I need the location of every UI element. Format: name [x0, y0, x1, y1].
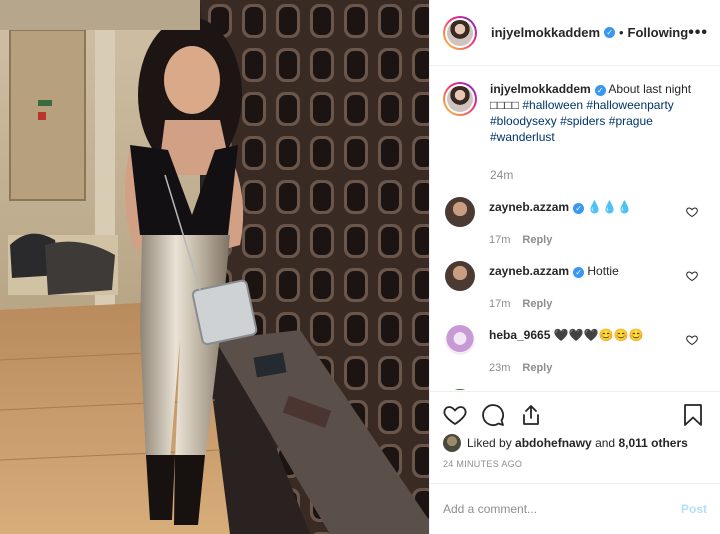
like-comment-heart-icon[interactable] — [686, 334, 698, 346]
post-timestamp[interactable]: 24 MINUTES AGO — [443, 459, 704, 469]
comments-list[interactable]: injyelmokkaddem ✓ About last night □□□□ #… — [430, 67, 720, 390]
reply-button[interactable]: Reply — [522, 234, 552, 246]
commenter-avatar[interactable] — [445, 389, 475, 390]
comment-text: Hottie — [587, 264, 619, 278]
hashtag-link[interactable]: #spiders — [560, 114, 605, 128]
share-icon[interactable] — [519, 403, 543, 427]
reply-button[interactable]: Reply — [522, 298, 552, 310]
likes-prefix: Liked by — [467, 436, 512, 450]
comment-item: heba_9665 🖤🖤🖤😊😊😊 23m Reply — [443, 325, 704, 375]
reply-button[interactable]: Reply — [522, 362, 552, 374]
caption-time[interactable]: 24m — [490, 167, 704, 183]
post-caption: injyelmokkaddem ✓ About last night □□□□ #… — [443, 81, 704, 183]
commenter-username[interactable]: heba_9665 — [489, 328, 550, 342]
action-icons-row — [443, 402, 704, 428]
comment-text: 🖤🖤🖤😊😊😊 — [553, 328, 644, 342]
verified-badge-icon: ✓ — [604, 27, 615, 38]
likes-middle: and — [595, 436, 616, 450]
add-comment-bar: Post — [430, 483, 720, 534]
comment-time[interactable]: 23m — [489, 362, 510, 374]
comment-item: mai_ahmed1985 ♪♪♪ 😊 — [443, 389, 704, 390]
more-options-icon[interactable]: ••• — [688, 24, 708, 42]
comment-bubble-icon[interactable] — [481, 403, 505, 427]
comment-text: 💧💧💧 — [587, 200, 633, 214]
comment-time[interactable]: 17m — [489, 234, 510, 246]
commenter-username[interactable]: zayneb.azzam — [489, 264, 569, 278]
likes-summary[interactable]: Liked by abdohefnawy and 8,011 others — [443, 434, 704, 452]
liker-username[interactable]: abdohefnawy — [515, 436, 592, 450]
author-avatar[interactable] — [443, 15, 477, 50]
liker-avatar[interactable] — [443, 434, 461, 452]
post-header: injyelmokkaddem ✓ • Following ••• — [430, 0, 720, 66]
save-bookmark-icon[interactable] — [682, 403, 704, 427]
comment-item: zayneb.azzam ✓ Hottie 17m Reply — [443, 261, 704, 311]
author-username[interactable]: injyelmokkaddem — [491, 25, 600, 40]
commenter-avatar[interactable] — [445, 197, 475, 227]
post-photo-illustration — [0, 0, 429, 534]
verified-badge-icon: ✓ — [573, 203, 585, 214]
commenter-username[interactable]: zayneb.azzam — [489, 200, 569, 214]
verified-badge-icon: ✓ — [594, 85, 606, 96]
likes-count[interactable]: 8,011 others — [618, 436, 687, 450]
hashtag-link[interactable]: #halloween — [522, 98, 583, 112]
hashtag-link[interactable]: #prague — [609, 114, 653, 128]
commenter-avatar[interactable] — [445, 261, 475, 291]
comment-item: zayneb.azzam ✓ 💧💧💧 17m Reply — [443, 197, 704, 247]
caption-boxes: □□□□ — [490, 98, 519, 112]
post-photo[interactable] — [0, 0, 429, 534]
header-separator: • — [618, 25, 624, 40]
hashtag-link[interactable]: #halloweenparty — [586, 98, 673, 112]
caption-username[interactable]: injyelmokkaddem — [490, 82, 591, 96]
hashtag-link[interactable]: #bloodysexy — [490, 114, 557, 128]
like-comment-heart-icon[interactable] — [686, 270, 698, 282]
caption-text: About last night — [605, 82, 692, 96]
post-comment-button[interactable]: Post — [681, 502, 707, 516]
commenter-avatar[interactable] — [445, 325, 475, 355]
like-comment-heart-icon[interactable] — [686, 206, 698, 218]
post-actions: Liked by abdohefnawy and 8,011 others 24… — [430, 391, 720, 483]
post-details-panel: injyelmokkaddem ✓ • Following ••• injyel… — [429, 0, 720, 534]
following-button[interactable]: Following — [628, 25, 689, 40]
like-heart-icon[interactable] — [443, 403, 467, 427]
comment-input[interactable] — [443, 502, 681, 516]
caption-author-avatar[interactable] — [443, 82, 477, 116]
hashtag-link[interactable]: #wanderlust — [490, 130, 555, 144]
verified-badge-icon: ✓ — [573, 267, 585, 278]
comment-time[interactable]: 17m — [489, 298, 510, 310]
